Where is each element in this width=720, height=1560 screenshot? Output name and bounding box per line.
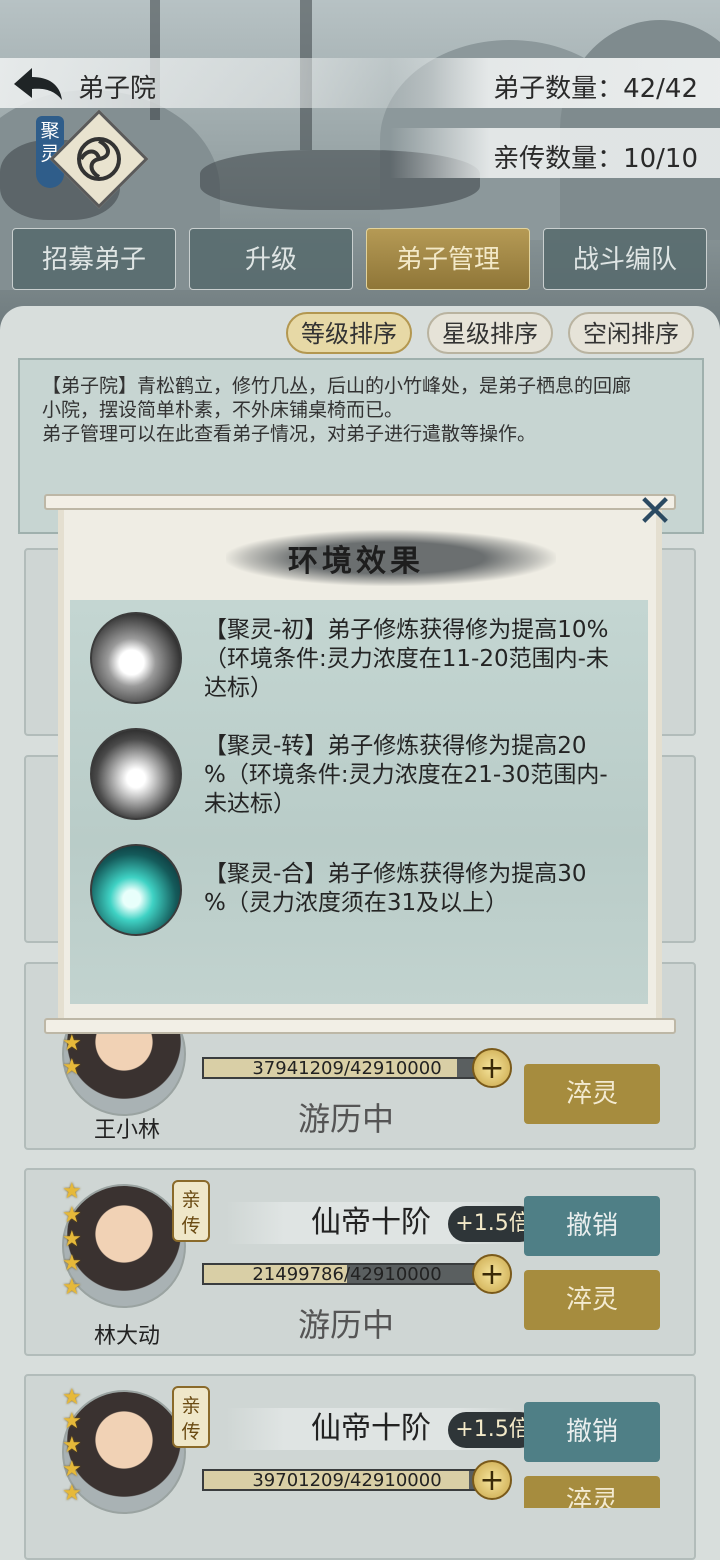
description-line: 【弟子院】青松鹤立，修竹几丛，后山的小竹峰处，是弟子栖息的回廊 <box>42 375 632 397</box>
exp-text: 37941209/42910000 <box>252 1058 442 1079</box>
disciple-count: 弟子数量：42/42 <box>493 74 698 104</box>
scroll-rod-bottom <box>44 1018 676 1034</box>
revoke-button[interactable]: 撤销 <box>524 1196 660 1256</box>
disciple-status: 游历中 <box>297 1100 394 1138</box>
effect-line: %（环境条件:灵力浓度在21-30范围内- <box>204 762 608 788</box>
back-button[interactable] <box>10 62 66 106</box>
exp-bar: 21499786/42910000 <box>202 1263 492 1285</box>
star-rating: ★ ★ <box>62 1031 82 1080</box>
exp-text: 39701209/42910000 <box>252 1470 442 1491</box>
sort-by-star-button[interactable]: 星级排序 <box>427 312 553 354</box>
exp-bar: 37941209/42910000 <box>202 1057 492 1079</box>
tab-disciple-management[interactable]: 弟子管理 <box>366 228 530 290</box>
refine-button[interactable]: 淬灵 <box>524 1270 660 1330</box>
description-line: 小院，摆设简单朴素，不外床铺桌椅而已。 <box>42 399 404 421</box>
sort-by-level-button[interactable]: 等级排序 <box>286 312 412 354</box>
tab-battle-formation[interactable]: 战斗编队 <box>543 228 707 290</box>
disciple-status: 游历中 <box>297 1306 394 1344</box>
direct-disciple-badge: 亲传 <box>172 1180 210 1242</box>
effect-line: 未达标） <box>204 791 296 817</box>
effect-line: 【聚灵-初】弟子修炼获得修为提高10% <box>204 617 609 643</box>
effect-line: （环境条件:灵力浓度在11-20范围内-未 <box>204 646 609 672</box>
direct-disciple-badge: 亲传 <box>172 1386 210 1448</box>
effect-line: 【聚灵-转】弟子修炼获得修为提高20 <box>204 733 587 759</box>
exp-bar: 39701209/42910000 <box>202 1469 492 1491</box>
page-title: 弟子院 <box>78 74 157 104</box>
tab-recruit[interactable]: 招募弟子 <box>12 228 176 290</box>
add-exp-button[interactable]: + <box>472 1460 512 1500</box>
effect-description: 【聚灵-合】弟子修炼获得修为提高30 %（灵力浓度须在31及以上） <box>204 860 642 918</box>
tab-upgrade[interactable]: 升级 <box>189 228 353 290</box>
direct-disciple-count: 亲传数量：10/10 <box>493 144 698 174</box>
spirit-orb-icon <box>90 844 182 936</box>
effect-line: 【聚灵-合】弟子修炼获得修为提高30 <box>204 861 587 887</box>
disciple-name: 林大动 <box>93 1324 160 1349</box>
star-rating: ★ ★ ★ ★ ★ <box>62 1179 82 1300</box>
close-button[interactable]: ✕ <box>634 490 676 534</box>
burst-icon <box>90 728 182 820</box>
back-arrow-icon <box>14 68 62 100</box>
star-rating: ★ ★ ★ ★ ★ <box>62 1385 82 1506</box>
swirl-icon <box>90 612 182 704</box>
description-line: 弟子管理可以在此查看弟子情况，对弟子进行遣散等操作。 <box>42 423 537 445</box>
sort-by-idle-button[interactable]: 空闲排序 <box>568 312 694 354</box>
modal-title: 环境效果 <box>288 544 424 579</box>
refine-button[interactable]: 淬灵 <box>524 1476 660 1508</box>
close-icon: ✕ <box>636 486 674 537</box>
scroll-rod-top <box>44 494 676 510</box>
effect-description: 【聚灵-转】弟子修炼获得修为提高20 %（环境条件:灵力浓度在21-30范围内-… <box>204 732 642 819</box>
effect-line: %（灵力浓度须在31及以上） <box>204 890 509 916</box>
add-exp-button[interactable]: + <box>472 1254 512 1294</box>
revoke-button[interactable]: 撤销 <box>524 1402 660 1462</box>
disciple-name: 王小林 <box>93 1118 160 1143</box>
triskelion-icon <box>77 137 121 181</box>
exp-text: 21499786/42910000 <box>252 1264 442 1285</box>
refine-button[interactable]: 淬灵 <box>524 1064 660 1124</box>
effect-line: 达标） <box>204 675 273 701</box>
effect-description: 【聚灵-初】弟子修炼获得修为提高10% （环境条件:灵力浓度在11-20范围内-… <box>204 616 642 703</box>
add-exp-button[interactable]: + <box>472 1048 512 1088</box>
